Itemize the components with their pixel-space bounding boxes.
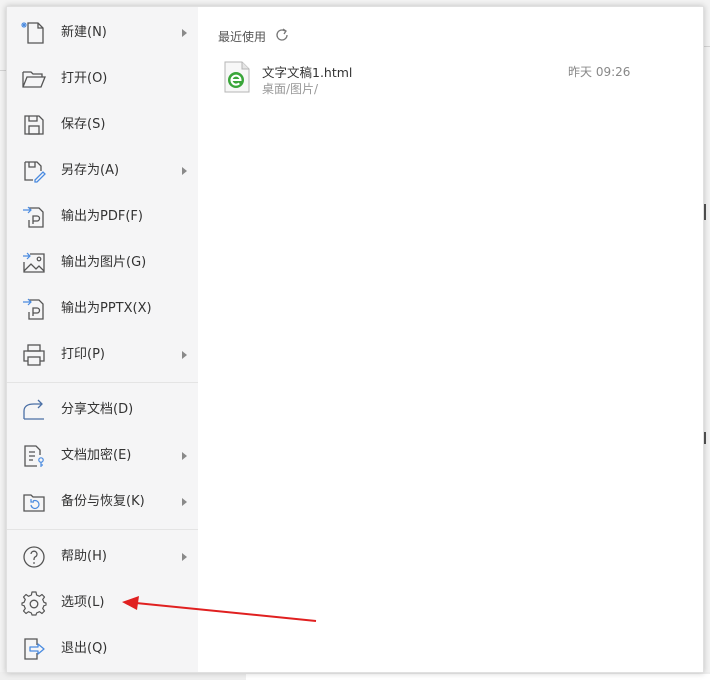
recent-files-title: 最近使用 [218, 30, 267, 44]
submenu-arrow-icon [182, 29, 187, 37]
html-file-icon [224, 61, 250, 93]
menu-item-export-image[interactable]: 输出为图片(G) [7, 241, 198, 285]
export-pdf-icon [23, 206, 44, 228]
menu-item-label: 退出(Q) [61, 641, 108, 656]
submenu-arrow-icon [182, 167, 187, 175]
file-menu-sidebar: 新建(N) 打开(O) 保存(S) 另存为(A) 输出为PDF(F) 输出为图片… [7, 7, 198, 672]
submenu-arrow-icon [182, 351, 187, 359]
menu-item-label: 另存为(A) [61, 163, 120, 178]
menu-item-backup-restore[interactable]: 备份与恢复(K) [7, 480, 198, 524]
menu-item-label: 备份与恢复(K) [61, 494, 145, 509]
menu-item-label: 选项(L) [61, 595, 105, 610]
recent-file-path: 桌面/图片/ [262, 82, 319, 96]
save-icon [24, 115, 44, 135]
export-pptx-icon [23, 298, 44, 320]
menu-item-label: 保存(S) [61, 117, 106, 132]
submenu-arrow-icon [182, 553, 187, 561]
document-lock-icon [24, 445, 44, 467]
menu-item-print[interactable]: 打印(P) [7, 333, 198, 377]
exit-icon [24, 638, 45, 660]
menu-item-new[interactable]: 新建(N) [7, 11, 198, 55]
help-icon [23, 546, 45, 568]
menu-divider [7, 382, 198, 383]
background-window-right [704, 0, 710, 680]
submenu-arrow-icon [182, 498, 187, 506]
background-cursor-mark [704, 432, 706, 444]
menu-item-label: 文档加密(E) [61, 448, 132, 463]
menu-item-export-pdf[interactable]: 输出为PDF(F) [7, 195, 198, 239]
menu-item-label: 新建(N) [61, 25, 107, 40]
refresh-icon[interactable] [274, 27, 290, 43]
background-cursor-mark [704, 204, 706, 220]
menu-item-share[interactable]: 分享文档(D) [7, 388, 198, 432]
save-as-icon [24, 161, 46, 183]
menu-item-label: 输出为图片(G) [61, 255, 147, 270]
recent-file-name: 文字文稿1.html [262, 65, 353, 80]
menu-item-label: 打开(O) [61, 71, 108, 86]
share-icon [23, 399, 44, 420]
recent-files-panel: 最近使用 文字文稿1.html 桌面/图片/ 昨天 09:26 [198, 7, 703, 672]
submenu-arrow-icon [182, 452, 187, 460]
export-image-icon [23, 252, 45, 273]
menu-item-open[interactable]: 打开(O) [7, 57, 198, 101]
backup-restore-icon [23, 494, 45, 512]
menu-item-exit[interactable]: 退出(Q) [7, 627, 198, 671]
menu-item-save[interactable]: 保存(S) [7, 103, 198, 147]
menu-item-export-pptx[interactable]: 输出为PPTX(X) [7, 287, 198, 331]
recent-file-time: 昨天 09:26 [568, 65, 631, 79]
background-document-edge [246, 674, 710, 680]
menu-item-label: 帮助(H) [61, 549, 107, 564]
menu-item-encrypt[interactable]: 文档加密(E) [7, 434, 198, 478]
folder-open-icon [22, 71, 46, 88]
menu-divider [7, 529, 198, 530]
file-menu-panel: 新建(N) 打开(O) 保存(S) 另存为(A) 输出为PDF(F) 输出为图片… [6, 6, 704, 673]
background-divider [704, 46, 710, 47]
new-file-icon [21, 22, 44, 44]
menu-item-label: 输出为PPTX(X) [61, 301, 152, 316]
printer-icon [23, 344, 45, 366]
menu-item-save-as[interactable]: 另存为(A) [7, 149, 198, 193]
gear-icon [21, 591, 47, 616]
menu-item-help[interactable]: 帮助(H) [7, 535, 198, 579]
menu-item-options[interactable]: 选项(L) [7, 581, 198, 625]
recent-file-item[interactable]: 文字文稿1.html 桌面/图片/ 昨天 09:26 [224, 59, 644, 101]
menu-item-label: 打印(P) [61, 347, 105, 362]
menu-item-label: 输出为PDF(F) [61, 209, 143, 224]
menu-item-label: 分享文档(D) [61, 402, 134, 417]
